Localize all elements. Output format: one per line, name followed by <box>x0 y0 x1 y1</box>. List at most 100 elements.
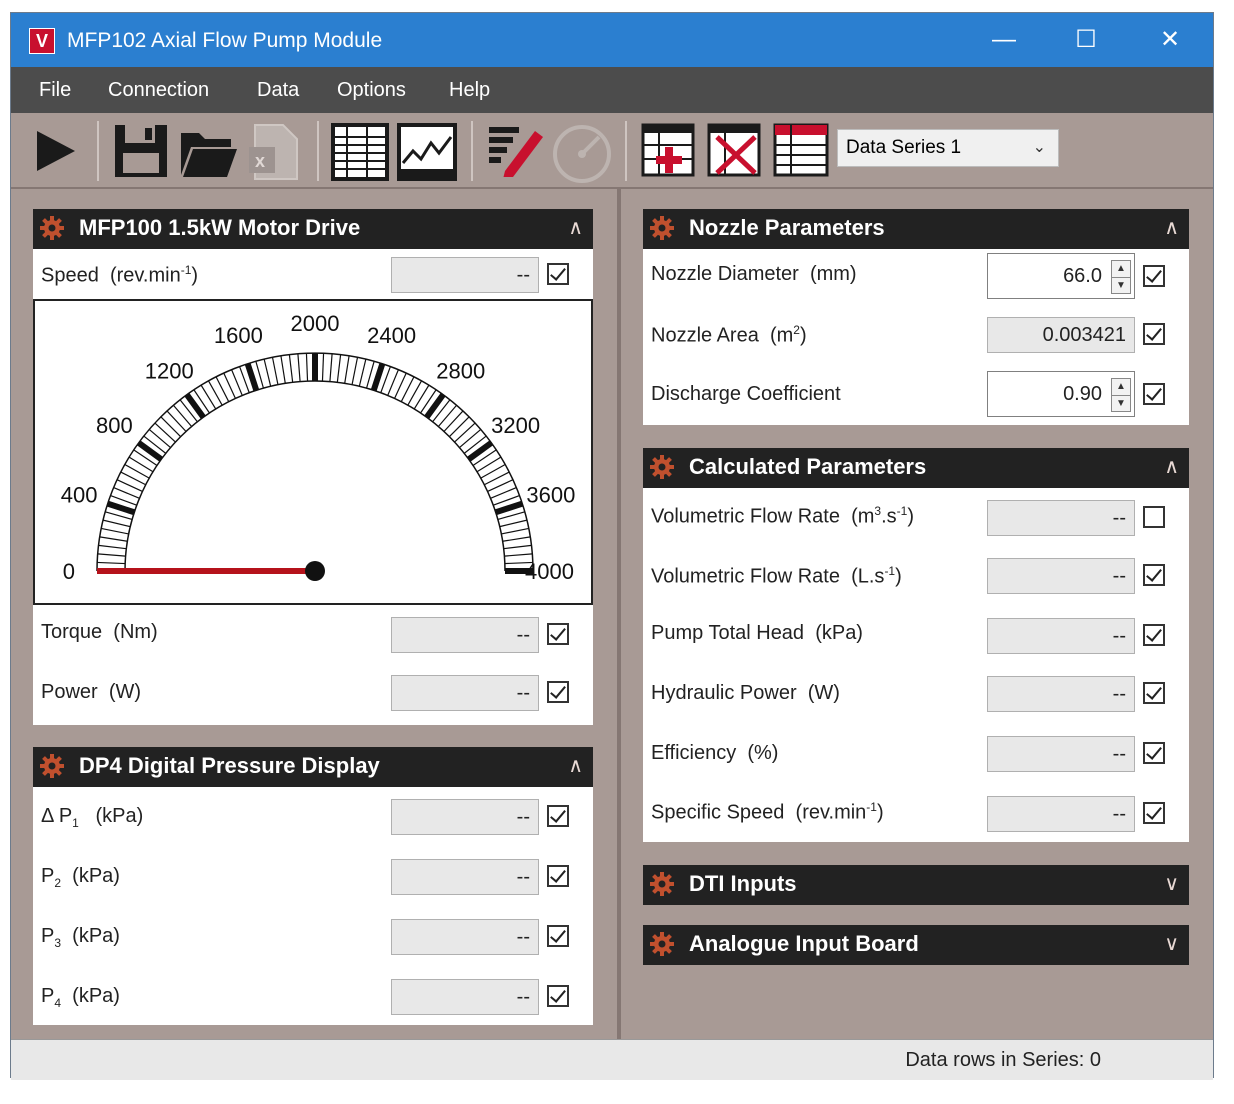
discharge-coefficient-checkbox[interactable] <box>1143 383 1165 405</box>
gauge-minor-tick <box>160 416 182 438</box>
nozzle-diameter-stepper[interactable]: ▲ ▼ <box>1111 260 1131 294</box>
nozzle-diameter-input[interactable]: 66.0 ▲ ▼ <box>987 253 1135 299</box>
vol-flow-m3-checkbox[interactable] <box>1143 506 1165 528</box>
p2-checkbox[interactable] <box>547 865 569 887</box>
menu-connection[interactable]: Connection <box>108 79 209 102</box>
export-excel-icon[interactable]: x <box>249 123 301 181</box>
panel-header: Nozzle Parameters ∧︎ <box>643 209 1189 249</box>
discharge-coefficient-input[interactable]: 0.90 ▲ ▼ <box>987 371 1135 417</box>
collapse-icon[interactable]: ∧︎ <box>568 215 583 240</box>
discharge-coefficient-stepper[interactable]: ▲ ▼ <box>1111 378 1131 412</box>
toolbar-separator <box>97 121 99 181</box>
edit-icon[interactable] <box>487 123 547 177</box>
gauge-icon[interactable] <box>551 123 613 185</box>
maximize-button[interactable]: ☐ <box>1061 21 1111 59</box>
column-splitter[interactable] <box>617 189 621 1039</box>
gauge-minor-tick <box>148 428 171 449</box>
data-series-value: Data Series 1 <box>846 137 962 158</box>
p4-checkbox[interactable] <box>547 985 569 1007</box>
gauge-minor-tick <box>113 487 140 499</box>
app-logo: V <box>29 28 55 54</box>
chart-view-icon[interactable] <box>397 123 457 181</box>
gauge-minor-tick <box>504 553 533 557</box>
expand-icon[interactable]: ∨︎ <box>1164 931 1179 956</box>
calculated-panel: Calculated Parameters ∧︎ Volumetric Flow… <box>643 448 1189 842</box>
gauge-tick-label: 800 <box>96 413 133 438</box>
efficiency-checkbox[interactable] <box>1143 742 1165 764</box>
dp1-label: Δ P1 (kPa) <box>41 805 144 830</box>
toolbar-divider <box>11 187 1213 189</box>
gauge-minor-tick <box>263 358 272 387</box>
close-button[interactable]: ✕ <box>1145 21 1195 59</box>
title-bar: V MFP102 Axial Flow Pump Module — ☐ ✕ <box>11 13 1213 67</box>
hydraulic-power-checkbox[interactable] <box>1143 682 1165 704</box>
expand-icon[interactable]: ∨︎ <box>1164 871 1179 896</box>
nozzle-area-label: Nozzle Area (m2) <box>651 323 807 347</box>
dti-inputs-panel[interactable]: DTI Inputs ∨︎ <box>643 865 1189 905</box>
power-checkbox[interactable] <box>547 681 569 703</box>
window-title: MFP102 Axial Flow Pump Module <box>67 29 383 52</box>
gauge-tick-label: 2800 <box>436 358 485 383</box>
gear-icon[interactable] <box>649 454 675 480</box>
delete-row-icon[interactable] <box>707 123 761 177</box>
p4-field: -- <box>391 979 539 1015</box>
gauge-tick-label: 2400 <box>367 323 416 348</box>
gauge-minor-tick <box>101 527 129 535</box>
panel-header: DTI Inputs ∨︎ <box>643 865 1189 905</box>
toolbar-separator <box>317 121 319 181</box>
gauge-tick-label: 400 <box>61 482 98 507</box>
gauge-tick-label: 0 <box>63 559 75 584</box>
vol-flow-l-checkbox[interactable] <box>1143 564 1165 586</box>
table-view-icon[interactable] <box>331 123 389 181</box>
save-icon[interactable] <box>113 123 169 179</box>
nozzle-area-checkbox[interactable] <box>1143 323 1165 345</box>
hydraulic-power-field: -- <box>987 676 1135 712</box>
data-series-select[interactable]: Data Series 1 ⌄ <box>837 129 1059 167</box>
nozzle-diameter-checkbox[interactable] <box>1143 265 1165 287</box>
dp1-field: -- <box>391 799 539 835</box>
svg-text:x: x <box>255 151 265 171</box>
gauge-minor-tick <box>437 404 458 427</box>
collapse-icon[interactable]: ∧︎ <box>1164 215 1179 240</box>
add-row-icon[interactable] <box>641 123 695 177</box>
specific-speed-label: Specific Speed (rev.min-1) <box>651 800 884 824</box>
open-folder-icon[interactable] <box>179 123 239 179</box>
gauge-minor-tick <box>297 353 301 382</box>
menu-data[interactable]: Data <box>257 79 299 102</box>
gear-icon[interactable] <box>649 931 675 957</box>
gauge-major-tick <box>184 392 206 420</box>
gauge-minor-tick <box>154 422 176 443</box>
menu-options[interactable]: Options <box>337 79 406 102</box>
vol-flow-m3-field: -- <box>987 500 1135 536</box>
p3-checkbox[interactable] <box>547 925 569 947</box>
gauge-minor-tick <box>280 355 286 384</box>
gear-icon[interactable] <box>39 215 65 241</box>
gear-icon[interactable] <box>649 215 675 241</box>
pump-head-checkbox[interactable] <box>1143 624 1165 646</box>
torque-checkbox[interactable] <box>547 623 569 645</box>
p3-label: P3 (kPa) <box>41 925 120 950</box>
panel-title: Nozzle Parameters <box>689 215 885 240</box>
chevron-down-icon: ⌄ <box>1032 139 1046 156</box>
gauge-minor-tick <box>102 519 131 528</box>
gauge-minor-tick <box>305 353 309 382</box>
gear-icon[interactable] <box>649 871 675 897</box>
minimize-button[interactable]: — <box>979 21 1029 59</box>
table-icon[interactable] <box>773 123 829 177</box>
specific-speed-checkbox[interactable] <box>1143 802 1165 824</box>
gear-icon[interactable] <box>39 753 65 779</box>
collapse-icon[interactable]: ∧︎ <box>1164 454 1179 479</box>
nozzle-diameter-label: Nozzle Diameter (mm) <box>651 263 857 285</box>
collapse-icon[interactable]: ∧︎ <box>568 753 583 778</box>
dp1-checkbox[interactable] <box>547 805 569 827</box>
menu-bar: File Connection Data Options Help <box>11 67 1213 113</box>
menu-help[interactable]: Help <box>449 79 490 102</box>
gauge-minor-tick <box>490 487 517 499</box>
gauge-minor-tick <box>98 544 127 550</box>
torque-field: -- <box>391 617 539 653</box>
gauge-hub <box>305 561 325 581</box>
play-icon[interactable] <box>33 129 77 173</box>
menu-file[interactable]: File <box>39 79 71 102</box>
speed-checkbox[interactable] <box>547 263 569 285</box>
analogue-input-panel[interactable]: Analogue Input Board ∨︎ <box>643 925 1189 965</box>
